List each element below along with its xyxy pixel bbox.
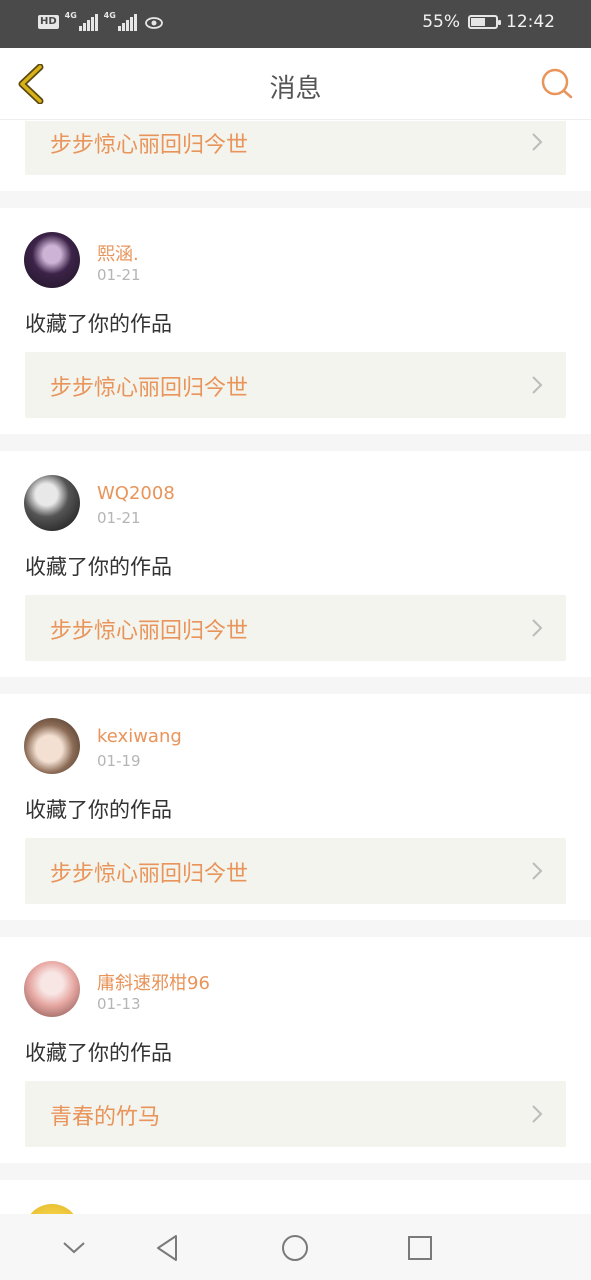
- message-date: 01-19: [97, 752, 141, 770]
- work-title: 步步惊心丽回归今世: [50, 376, 249, 401]
- battery-percent: 55%: [422, 12, 460, 32]
- avatar[interactable]: [24, 475, 80, 531]
- username[interactable]: 熙涵.: [97, 240, 139, 266]
- work-link[interactable]: 青春的竹马: [25, 1081, 566, 1147]
- message-date: 01-21: [97, 266, 141, 284]
- search-icon: [541, 68, 573, 99]
- avatar[interactable]: [24, 232, 80, 288]
- message-card-partial: [0, 1180, 591, 1214]
- action-text: 收藏了你的作品: [25, 798, 172, 822]
- battery-icon: [468, 15, 501, 29]
- work-title: 步步惊心丽回归今世: [50, 619, 249, 644]
- page-title: 消息: [269, 74, 322, 104]
- work-title: 青春的竹马: [50, 1105, 161, 1130]
- username[interactable]: WQ2008: [97, 483, 175, 504]
- message-card: 庸斜速邪柑96 01-13 收藏了你的作品 青春的竹马: [0, 937, 591, 1163]
- signal-icon-2: 4G: [104, 11, 137, 31]
- eye-icon: [144, 15, 163, 29]
- work-title: 步步惊心丽回归今世: [50, 133, 249, 158]
- message-list[interactable]: 步步惊心丽回归今世 熙涵. 01-21 收藏了你的作品 步步惊心丽回归今世 WQ…: [0, 121, 591, 1214]
- message-date: 01-13: [97, 995, 141, 1013]
- username[interactable]: 庸斜速邪柑96: [97, 969, 210, 995]
- action-text: 收藏了你的作品: [25, 1041, 172, 1065]
- avatar[interactable]: [24, 1204, 80, 1214]
- message-card: WQ2008 01-21 收藏了你的作品 步步惊心丽回归今世: [0, 451, 591, 677]
- search-button[interactable]: [539, 66, 575, 102]
- circle-home-icon[interactable]: [277, 1230, 313, 1266]
- action-text: 收藏了你的作品: [25, 555, 172, 579]
- chevron-right-icon: [532, 376, 543, 394]
- chevron-down-icon[interactable]: [56, 1230, 92, 1266]
- work-title: 步步惊心丽回归今世: [50, 862, 249, 887]
- signal-icon: 4G: [65, 11, 98, 31]
- system-nav-bar: [0, 1214, 591, 1280]
- username[interactable]: kexiwang: [97, 726, 182, 747]
- avatar[interactable]: [24, 718, 80, 774]
- status-bar: HD 4G 4G 55% 12:42: [0, 0, 591, 48]
- message-card: 熙涵. 01-21 收藏了你的作品 步步惊心丽回归今世: [0, 208, 591, 434]
- chevron-right-icon: [532, 1105, 543, 1123]
- chevron-right-icon: [532, 133, 543, 151]
- app-header: 消息: [0, 48, 591, 120]
- work-link[interactable]: 步步惊心丽回归今世: [25, 838, 566, 904]
- hd-badge: HD: [38, 15, 59, 29]
- message-card-partial: 步步惊心丽回归今世: [0, 121, 591, 191]
- avatar[interactable]: [24, 961, 80, 1017]
- chevron-right-icon: [532, 619, 543, 637]
- triangle-back-icon[interactable]: [150, 1230, 186, 1266]
- chevron-right-icon: [532, 862, 543, 880]
- work-link[interactable]: 步步惊心丽回归今世: [25, 595, 566, 661]
- square-recents-icon[interactable]: [402, 1230, 438, 1266]
- work-link[interactable]: 步步惊心丽回归今世: [25, 121, 566, 175]
- clock: 12:42: [506, 12, 555, 32]
- status-icons-right: 55% 12:42: [422, 12, 555, 32]
- status-icons-left: HD 4G 4G: [38, 11, 163, 31]
- message-card: kexiwang 01-19 收藏了你的作品 步步惊心丽回归今世: [0, 694, 591, 920]
- action-text: 收藏了你的作品: [25, 312, 172, 336]
- message-date: 01-21: [97, 509, 141, 527]
- work-link[interactable]: 步步惊心丽回归今世: [25, 352, 566, 418]
